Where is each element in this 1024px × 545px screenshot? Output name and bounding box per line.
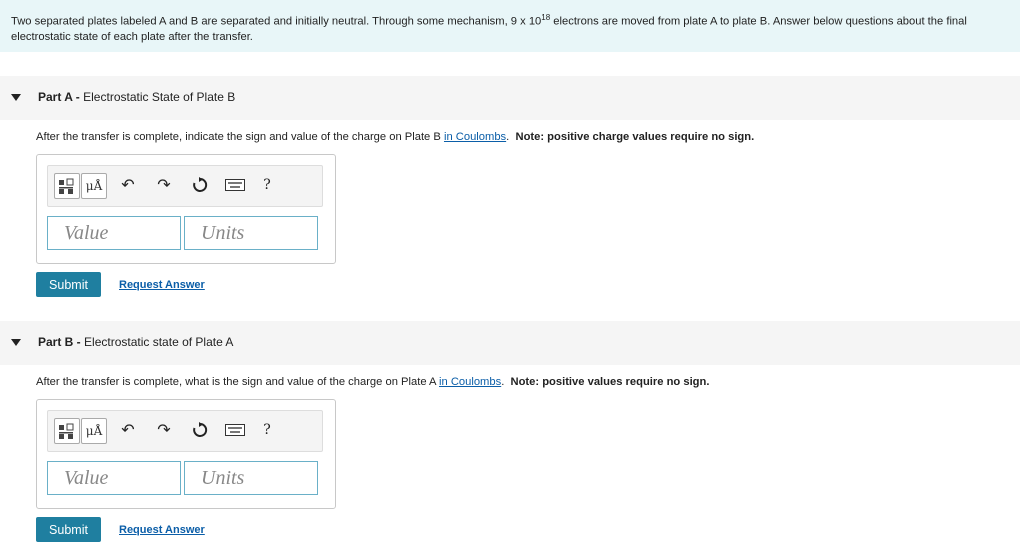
problem-intro: Two separated plates labeled A and B are… <box>0 0 1020 52</box>
problem-statement: Two separated plates labeled A and B are… <box>11 13 967 43</box>
part-a-question: After the transfer is complete, indicate… <box>36 131 755 143</box>
value-input[interactable]: Value <box>47 216 181 250</box>
template-icon[interactable] <box>54 418 80 444</box>
reset-icon[interactable] <box>190 175 210 195</box>
request-answer-link[interactable]: Request Answer <box>119 279 205 291</box>
collapse-caret-icon[interactable] <box>11 94 21 101</box>
value-input[interactable]: Value <box>47 461 181 495</box>
help-icon[interactable]: ? <box>257 175 277 195</box>
help-icon[interactable]: ? <box>257 420 277 440</box>
units-input[interactable]: Units <box>184 216 318 250</box>
units-input[interactable]: Units <box>184 461 318 495</box>
redo-icon[interactable]: ↷ <box>154 420 174 440</box>
math-toolbar: μÅ ↶ ↷ ? <box>47 165 323 207</box>
units-button[interactable]: μÅ <box>81 173 107 199</box>
keyboard-icon[interactable] <box>225 420 245 440</box>
part-b-header[interactable]: Part B - Electrostatic state of Plate A <box>0 321 1020 365</box>
part-a-answer-box: μÅ ↶ ↷ ? Value Units <box>36 154 336 264</box>
request-answer-link[interactable]: Request Answer <box>119 524 205 536</box>
keyboard-icon[interactable] <box>225 175 245 195</box>
part-b-answer-box: μÅ ↶ ↷ ? Value Units <box>36 399 336 509</box>
submit-button[interactable]: Submit <box>36 272 101 297</box>
reset-icon[interactable] <box>190 420 210 440</box>
redo-icon[interactable]: ↷ <box>154 175 174 195</box>
undo-icon[interactable]: ↶ <box>118 420 138 440</box>
math-toolbar: μÅ ↶ ↷ ? <box>47 410 323 452</box>
units-button[interactable]: μÅ <box>81 418 107 444</box>
coulombs-link[interactable]: in Coulombs <box>439 376 501 388</box>
part-a-header[interactable]: Part A - Electrostatic State of Plate B <box>0 76 1020 120</box>
undo-icon[interactable]: ↶ <box>118 175 138 195</box>
part-b-question: After the transfer is complete, what is … <box>36 376 710 388</box>
template-icon[interactable] <box>54 173 80 199</box>
coulombs-link[interactable]: in Coulombs <box>444 131 506 143</box>
part-b-title: Part B - Electrostatic state of Plate A <box>38 335 234 349</box>
submit-button[interactable]: Submit <box>36 517 101 542</box>
collapse-caret-icon[interactable] <box>11 339 21 346</box>
part-a-title: Part A - Electrostatic State of Plate B <box>38 90 236 104</box>
